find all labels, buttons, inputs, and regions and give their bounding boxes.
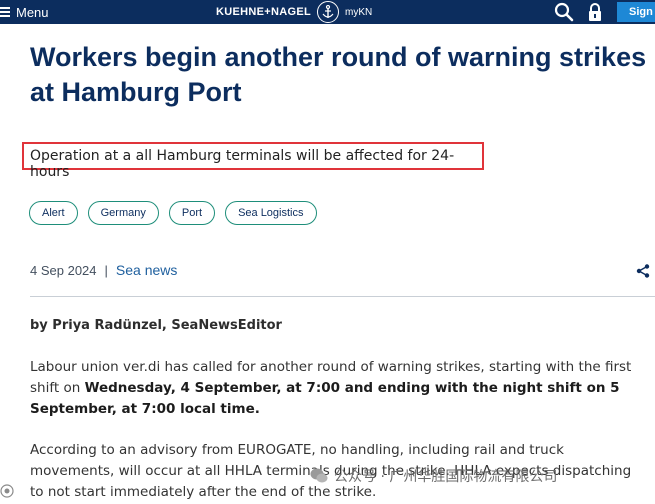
article-subtitle: Operation at a all Hamburg terminals wil… [22, 142, 484, 180]
article-date: 4 Sep 2024 [30, 262, 97, 278]
brand-logo[interactable]: KUEHNE+NAGEL myKN [216, 0, 372, 24]
watermark-text: 公众号 · 广州华胜国际物流有限公司 [334, 469, 558, 485]
top-nav-bar: Menu KUEHNE+NAGEL myKN Sign [0, 0, 655, 24]
lock-icon[interactable] [587, 3, 603, 21]
article-paragraph-1: Labour union ver.di has called for anoth… [30, 357, 645, 420]
article-headline: Workers begin another round of warning s… [30, 42, 647, 107]
wechat-icon [310, 468, 328, 483]
hamburger-icon [0, 7, 10, 17]
paragraph-1-emphasis: Wednesday, 4 September, at 7:00 and endi… [30, 380, 620, 417]
wechat-watermark: 公众号 · 广州华胜国际物流有限公司 [310, 466, 557, 486]
sign-in-button[interactable]: Sign [617, 2, 655, 22]
menu-button[interactable]: Menu [0, 0, 49, 24]
tag-alert[interactable]: Alert [29, 201, 78, 225]
menu-label: Menu [16, 4, 49, 20]
tag-list: Alert Germany Port Sea Logistics [29, 201, 317, 225]
article-byline: by Priya Radünzel, SeaNewsEditor [30, 318, 282, 333]
corner-logo-icon [0, 484, 14, 498]
article-meta: 4 Sep 2024 | Sea news [30, 262, 177, 278]
share-icon[interactable] [636, 264, 650, 278]
anchor-icon [316, 1, 339, 23]
tag-port[interactable]: Port [168, 201, 216, 225]
tag-sea-logistics[interactable]: Sea Logistics [225, 201, 317, 225]
meta-divider [30, 296, 655, 297]
article-category-link[interactable]: Sea news [116, 262, 177, 278]
meta-separator: | [104, 262, 108, 278]
mykn-label: myKN [344, 6, 373, 18]
brand-name: KUEHNE+NAGEL [216, 6, 311, 18]
search-icon[interactable] [554, 2, 574, 22]
tag-germany[interactable]: Germany [87, 201, 159, 225]
